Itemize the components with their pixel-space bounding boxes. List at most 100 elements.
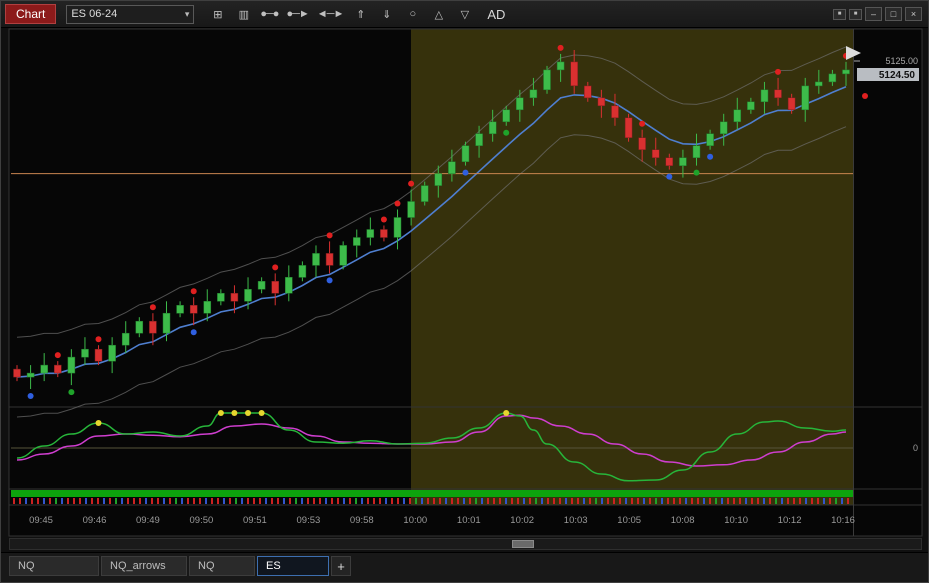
minimize-button[interactable]: – bbox=[865, 7, 882, 21]
grid-icon[interactable]: ⊞ bbox=[208, 5, 226, 24]
tab-nq[interactable]: NQ bbox=[189, 556, 255, 576]
candle bbox=[692, 145, 701, 158]
ray-line-icon[interactable]: ●─► bbox=[286, 5, 309, 24]
candle bbox=[271, 281, 279, 294]
line-segment-icon[interactable]: ●─● bbox=[260, 5, 279, 24]
buy-signal-dot bbox=[666, 173, 673, 180]
chart-window: Chart ES 06-24 ▾ ⊞ ▥ ●─● ●─► ◄─► ⇑ ⇓ ○ △ ▽ AD ■ ■ –… bbox=[0, 0, 929, 583]
price-chart[interactable]: 09:45 09:46 09:49 09:50 09:51 09:53 09:58 10:00… bbox=[1, 1, 929, 583]
candle bbox=[81, 348, 89, 358]
highlight-region bbox=[411, 29, 853, 505]
candle bbox=[719, 121, 728, 135]
horizontal-scrollbar[interactable] bbox=[9, 538, 922, 550]
candle bbox=[597, 97, 606, 107]
indicator-peak-dot bbox=[231, 410, 238, 416]
candle bbox=[570, 61, 578, 87]
candle bbox=[760, 89, 769, 103]
candle bbox=[747, 101, 755, 111]
candle bbox=[40, 364, 48, 374]
candle bbox=[733, 109, 742, 123]
indicator-peak-dot bbox=[245, 410, 251, 416]
sell-signal-dot bbox=[380, 216, 387, 223]
candle bbox=[679, 157, 687, 166]
time-label: 10:01 bbox=[457, 515, 481, 526]
candle bbox=[339, 245, 347, 266]
candle bbox=[529, 89, 538, 99]
sell-signal-dot bbox=[394, 200, 401, 207]
candle bbox=[624, 117, 633, 138]
candle bbox=[584, 85, 592, 99]
indicator-peak-dot bbox=[258, 410, 265, 416]
up-arrow-icon[interactable]: ⇑ bbox=[351, 5, 369, 24]
candle bbox=[298, 265, 307, 278]
sell-signal-dot bbox=[190, 288, 197, 295]
candle bbox=[488, 121, 497, 135]
candle bbox=[380, 229, 388, 238]
sell-signal-dot bbox=[272, 264, 279, 271]
candle bbox=[13, 368, 21, 378]
maximize-button[interactable]: □ bbox=[885, 7, 902, 21]
candle bbox=[407, 201, 415, 218]
candle bbox=[543, 69, 551, 91]
candle bbox=[162, 312, 171, 334]
candle bbox=[67, 356, 76, 374]
window-controls: ■ ■ – □ × bbox=[833, 7, 922, 21]
tab-nq_arrows[interactable]: NQ_arrows bbox=[101, 556, 187, 576]
pin-button[interactable]: ■ bbox=[849, 8, 862, 20]
sell-signal-dot bbox=[639, 120, 646, 127]
confirm-signal-dot bbox=[503, 129, 510, 136]
candle bbox=[842, 69, 850, 75]
instrument-label: ES 06-24 bbox=[71, 8, 118, 20]
time-label: 09:53 bbox=[297, 515, 321, 526]
buy-signal-dot bbox=[707, 153, 714, 160]
down-arrow-icon[interactable]: ⇓ bbox=[377, 5, 395, 24]
candle bbox=[801, 85, 809, 111]
sell-signal-dot bbox=[95, 336, 102, 343]
toolbar: Chart ES 06-24 ▾ ⊞ ▥ ●─● ●─► ◄─► ⇑ ⇓ ○ △ ▽ AD ■ ■ –… bbox=[1, 1, 928, 28]
candle bbox=[475, 133, 483, 146]
dock-button[interactable]: ■ bbox=[833, 8, 846, 20]
candle bbox=[665, 157, 674, 166]
candle bbox=[353, 237, 361, 246]
time-label: 09:46 bbox=[83, 515, 107, 526]
time-label: 09:50 bbox=[190, 515, 214, 526]
triangle-down-icon[interactable]: ▽ bbox=[455, 5, 473, 24]
candle bbox=[366, 229, 375, 238]
extended-line-icon[interactable]: ◄─► bbox=[317, 5, 345, 24]
tab-nq[interactable]: NQ bbox=[9, 556, 99, 576]
candle bbox=[285, 277, 293, 294]
time-label: 10:08 bbox=[671, 515, 695, 526]
candle bbox=[774, 89, 782, 99]
add-tab-button[interactable]: + bbox=[331, 556, 351, 576]
candle bbox=[420, 185, 429, 202]
candle bbox=[108, 344, 116, 362]
candle bbox=[203, 301, 212, 314]
buy-signal-dot bbox=[326, 277, 333, 284]
indicator-peak-dot bbox=[503, 410, 510, 416]
candle bbox=[556, 61, 565, 71]
instrument-selector[interactable]: ES 06-24 ▾ bbox=[66, 4, 195, 24]
candle bbox=[26, 372, 35, 378]
candle bbox=[230, 293, 239, 302]
candle bbox=[502, 109, 510, 123]
time-label: 09:51 bbox=[243, 515, 267, 526]
tab-es[interactable]: ES bbox=[257, 556, 329, 576]
ad-indicator-label: AD bbox=[487, 6, 506, 22]
time-label: 10:05 bbox=[617, 515, 641, 526]
trend-strip bbox=[11, 490, 853, 497]
ellipse-icon[interactable]: ○ bbox=[403, 5, 421, 24]
close-button[interactable]: × bbox=[905, 7, 922, 21]
candle bbox=[434, 173, 443, 186]
sell-signal-dot bbox=[54, 352, 61, 359]
triangle-up-icon[interactable]: △ bbox=[429, 5, 447, 24]
candle bbox=[611, 105, 619, 119]
indicator-zero-label: 0 bbox=[913, 443, 918, 453]
candle bbox=[189, 305, 198, 314]
chart-menu-button[interactable]: Chart bbox=[5, 4, 57, 24]
time-label: 09:58 bbox=[350, 515, 374, 526]
confirm-signal-dot bbox=[693, 169, 700, 176]
ruler-icon[interactable]: ▥ bbox=[234, 5, 252, 24]
scrollbar-handle[interactable] bbox=[512, 540, 534, 548]
buy-signal-dot bbox=[190, 329, 197, 336]
indicator-peak-dot bbox=[95, 420, 102, 426]
